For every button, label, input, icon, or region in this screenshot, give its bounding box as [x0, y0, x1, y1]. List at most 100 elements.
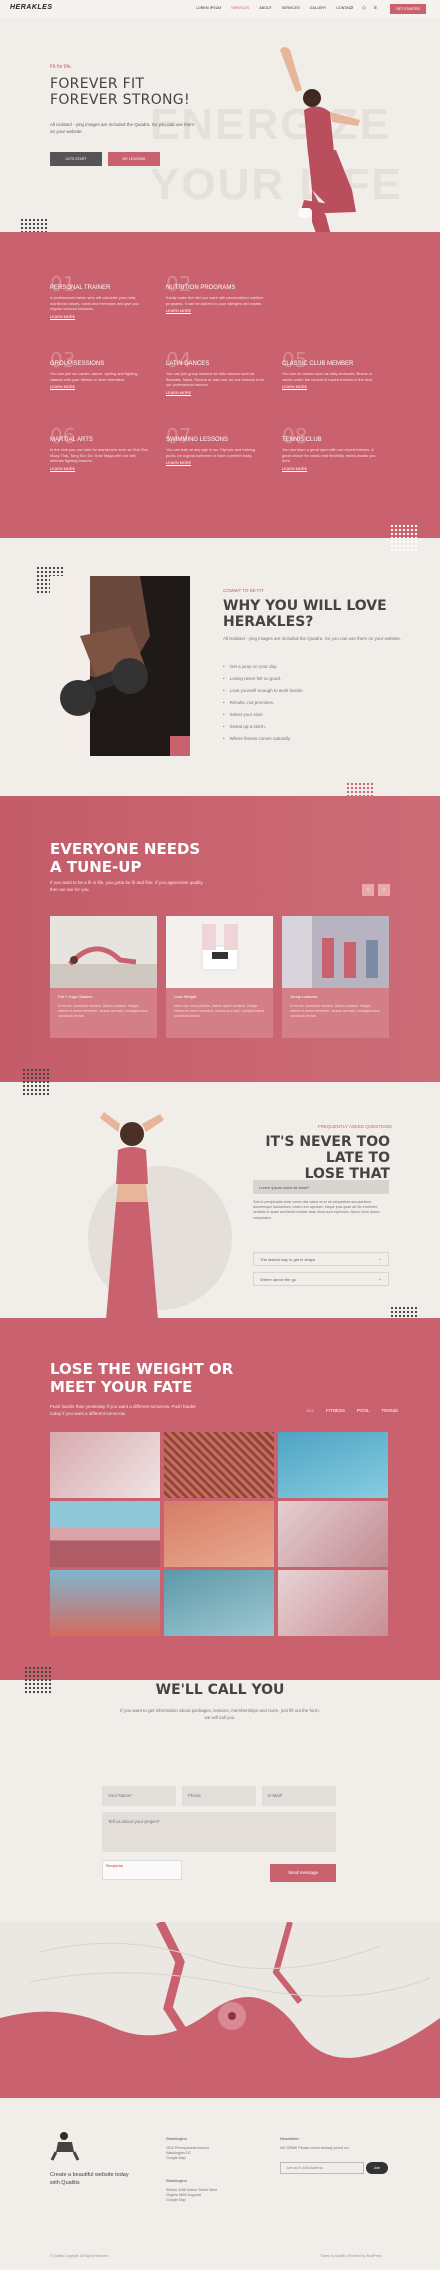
service-number: 02: [166, 272, 192, 296]
why-text: All isolated - ying images are included …: [223, 636, 402, 641]
gallery-image[interactable]: [164, 1432, 274, 1498]
hero-title-line-1: FOREVER FIT: [50, 76, 145, 92]
get-started-button[interactable]: Get Started: [390, 4, 426, 14]
list-item: Where fitness comes naturally.: [223, 736, 304, 748]
gallery-image[interactable]: [50, 1570, 160, 1636]
learn-more-link[interactable]: Learn more: [166, 461, 266, 465]
newsletter-email-input[interactable]: Join our E-Mail Address: [280, 2162, 364, 2174]
learn-more-link[interactable]: Learn more: [50, 385, 150, 389]
filter-fitness[interactable]: Fitness: [326, 1408, 345, 1413]
service-title: Latin Dances: [166, 361, 210, 367]
service-text: You can do classic such as daily workout…: [282, 371, 374, 382]
service-item: 07 Swimming Lessons You can train at any…: [166, 426, 266, 465]
phone-field[interactable]: Phone: [182, 1786, 256, 1806]
service-text: You can train at any age in our Olympic …: [166, 447, 256, 458]
service-number: 01: [50, 272, 76, 296]
filter-pool[interactable]: Pool: [357, 1408, 370, 1413]
nav-item-home[interactable]: Lorem ipsum: [196, 6, 221, 10]
gallery-image[interactable]: [278, 1570, 388, 1636]
gallery-image[interactable]: [164, 1570, 274, 1636]
class-card[interactable]: Group Lessons Ut et nec commodo ellorem,…: [282, 916, 389, 1038]
message-field[interactable]: Tell us about your project*: [102, 1812, 336, 1852]
class-card[interactable]: Lose Weight Nunc nec nunc porttitor, fin…: [166, 916, 273, 1038]
service-number: 03: [50, 348, 76, 372]
logo[interactable]: HERAKLES: [10, 4, 53, 11]
main-nav: Lorem ipsum Services About Services Gall…: [196, 6, 353, 10]
service-item: 08 Tennis Club You can learn a great spo…: [282, 426, 382, 471]
faq-question-text: Where dance the go: [260, 1277, 297, 1282]
name-field[interactable]: Your Name*: [102, 1786, 176, 1806]
service-title: Swimming Lessons: [166, 437, 229, 443]
service-number: 06: [50, 424, 76, 448]
learn-more-link[interactable]: Learn more: [50, 315, 150, 319]
location-map[interactable]: [0, 1922, 440, 2098]
carousel-prev-button[interactable]: ‹: [362, 884, 374, 896]
tuneup-title: EVERYONE NEEDS A TUNE-UP: [50, 840, 200, 876]
service-item: 04 Latin Dances You can join group lesso…: [166, 350, 266, 395]
scale-image: [166, 916, 273, 988]
map-graphic: [0, 1922, 440, 2098]
menu-icon[interactable]: ≡: [374, 5, 377, 11]
service-item: 05 Classic Club Member You can do classi…: [282, 350, 382, 389]
faq-question-open[interactable]: Lorem ipsum dolor sit amet?: [253, 1180, 389, 1194]
footer-col-text: Shirley 3456 Sutton Street West Virginia…: [166, 2188, 218, 2202]
contact-title: WE'LL CALL YOU: [155, 1682, 285, 1698]
footer-col-title: Washington: [166, 2136, 187, 2141]
faq-question[interactable]: Where dance the go ⌄: [253, 1272, 389, 1286]
cart-icon[interactable]: ◇: [362, 5, 366, 11]
hero-title: FOREVER FIT FOREVER STRONG!: [50, 76, 190, 108]
service-text: You can join group lessons for latin dan…: [166, 371, 264, 387]
service-title: Tennis Club: [282, 437, 322, 443]
search-icon[interactable]: ⌕: [350, 5, 353, 11]
service-title: Martial Arts: [50, 437, 93, 443]
why-kicker: Commit to be fit: [223, 588, 264, 593]
recaptcha-widget[interactable]: Recaptcha: [102, 1860, 182, 1880]
list-item: Love yourself enough to work harder.: [223, 688, 304, 700]
nav-item-gallery[interactable]: Gallery: [310, 6, 327, 10]
footer-col-text: 1512 Pennsylvania Avenue Washington DC G…: [166, 2146, 210, 2160]
service-item: 02 Nutrition Programs Easily make the di…: [166, 274, 266, 313]
service-text: In the club you can train for martial ar…: [50, 447, 150, 463]
dots-decoration: [22, 1068, 50, 1096]
learn-more-link[interactable]: Learn more: [166, 309, 266, 313]
nav-item-about[interactable]: About: [259, 6, 271, 10]
learn-more-link[interactable]: Learn more: [282, 467, 382, 471]
email-field[interactable]: E-Mail*: [262, 1786, 336, 1806]
gallery-image[interactable]: [164, 1501, 274, 1567]
dots-decoration: [390, 524, 418, 552]
card-title: Fat 1 Yoga Classes: [58, 994, 93, 999]
service-text: You can learn a great sport with our exp…: [282, 447, 376, 463]
lets-start-button[interactable]: Lets start: [50, 152, 102, 166]
card-title: Lose Weight: [174, 994, 197, 999]
send-message-button[interactable]: Send message: [270, 1864, 336, 1882]
my-lessons-button[interactable]: My lessons: [108, 152, 160, 166]
service-title: Group Sessions: [50, 361, 105, 367]
nav-item-services-2[interactable]: Services: [282, 6, 300, 10]
tuneup-text: If you want to be a fit in life, you got…: [50, 880, 204, 892]
gallery-text: Push harder than yesterday if you want a…: [50, 1404, 196, 1416]
faq-title-line-1: IT'S NEVER TOO LATE TO: [265, 1134, 390, 1166]
class-card[interactable]: Fat 1 Yoga Classes Ut et nec commodo ell…: [50, 916, 157, 1038]
filter-tennis[interactable]: Tennis: [382, 1408, 399, 1413]
gallery-image[interactable]: [50, 1501, 160, 1567]
service-text: A professional trainer who will calculat…: [50, 295, 139, 311]
service-item: 01 Personal Trainer A professional train…: [50, 274, 150, 319]
group-lesson-image: [282, 916, 389, 988]
yoga-image: [50, 916, 157, 988]
nav-item-services[interactable]: Services: [231, 6, 249, 10]
learn-more-link[interactable]: Learn more: [50, 467, 150, 471]
hero-title-line-2: FOREVER STRONG!: [50, 92, 190, 108]
filter-all[interactable]: All: [306, 1408, 314, 1413]
carousel-next-button[interactable]: ›: [378, 884, 390, 896]
list-item: Select your size!: [223, 712, 304, 724]
site-header: HERAKLES Lorem ipsum Services About Serv…: [0, 0, 440, 18]
list-item: Sweat up a storm.: [223, 724, 304, 736]
faq-question[interactable]: The fastest way to get in shape ⌄: [253, 1252, 389, 1266]
gallery-image[interactable]: [278, 1501, 388, 1567]
gallery-image[interactable]: [50, 1432, 160, 1498]
learn-more-link[interactable]: Learn more: [166, 391, 266, 395]
learn-more-link[interactable]: Learn more: [282, 385, 382, 389]
card-text: Nunc nec nunc porttitor, finibus quam so…: [174, 1004, 265, 1018]
newsletter-join-button[interactable]: Join: [366, 2162, 388, 2174]
gallery-image[interactable]: [278, 1432, 388, 1498]
